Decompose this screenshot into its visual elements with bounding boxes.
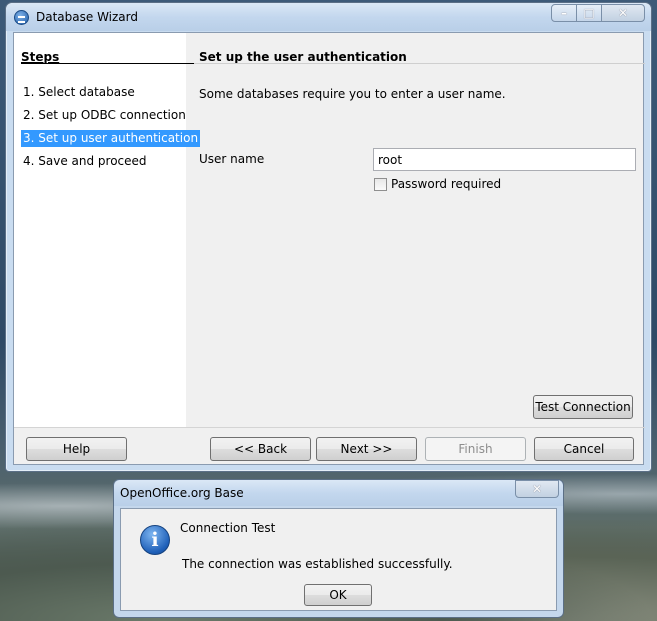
page-description: Some databases require you to enter a us… bbox=[199, 87, 506, 101]
info-icon: i bbox=[140, 525, 170, 555]
database-icon bbox=[14, 10, 29, 25]
close-icon: ✕ bbox=[617, 6, 629, 20]
maximize-icon: □ bbox=[583, 6, 595, 20]
steps-heading: Steps bbox=[21, 50, 60, 64]
user-name-label: User name bbox=[199, 152, 265, 166]
close-button[interactable]: ✕ bbox=[601, 4, 645, 22]
minimize-icon: – bbox=[561, 6, 567, 20]
finish-button[interactable]: Finish bbox=[425, 437, 526, 461]
steps-divider bbox=[21, 63, 194, 64]
maximize-button[interactable]: □ bbox=[576, 4, 602, 22]
title-divider bbox=[194, 63, 645, 64]
title-bar[interactable]: Database Wizard – □ ✕ bbox=[6, 3, 651, 31]
user-name-input[interactable] bbox=[373, 148, 636, 171]
window-title: Database Wizard bbox=[36, 10, 138, 24]
password-required-checkbox[interactable] bbox=[374, 178, 387, 191]
dialog-title-bar[interactable]: OpenOffice.org Base ✕ bbox=[114, 480, 563, 506]
page-title: Set up the user authentication bbox=[199, 50, 407, 64]
dialog-content: i Connection Test The connection was est… bbox=[120, 508, 557, 611]
dialog-heading: Connection Test bbox=[180, 521, 276, 535]
database-wizard-window: Database Wizard – □ ✕ Steps 1. Select da… bbox=[5, 2, 652, 472]
step-save-and-proceed[interactable]: 4. Save and proceed bbox=[21, 153, 149, 170]
wizard-content: Steps 1. Select database 2. Set up ODBC … bbox=[13, 32, 645, 465]
step-select-database[interactable]: 1. Select database bbox=[21, 84, 137, 101]
cancel-button[interactable]: Cancel bbox=[534, 437, 634, 461]
test-connection-button[interactable]: Test Connection bbox=[533, 395, 633, 419]
steps-panel: Steps 1. Select database 2. Set up ODBC … bbox=[14, 33, 201, 427]
next-button[interactable]: Next >> bbox=[316, 437, 417, 461]
close-icon: ✕ bbox=[531, 482, 543, 496]
help-button[interactable]: Help bbox=[26, 437, 127, 461]
ok-button[interactable]: OK bbox=[304, 584, 372, 606]
password-required-label[interactable]: Password required bbox=[391, 177, 501, 191]
button-separator bbox=[14, 427, 645, 428]
back-button[interactable]: << Back bbox=[210, 437, 311, 461]
step-user-authentication[interactable]: 3. Set up user authentication bbox=[21, 130, 201, 147]
caption-buttons: – □ ✕ bbox=[551, 4, 645, 23]
minimize-button[interactable]: – bbox=[551, 4, 577, 22]
connection-test-dialog: OpenOffice.org Base ✕ i Connection Test … bbox=[113, 479, 564, 618]
step-odbc-connection[interactable]: 2. Set up ODBC connection bbox=[21, 107, 188, 124]
dialog-title: OpenOffice.org Base bbox=[120, 486, 244, 500]
dialog-message: The connection was established successfu… bbox=[182, 557, 453, 571]
dialog-close-button[interactable]: ✕ bbox=[515, 480, 559, 498]
